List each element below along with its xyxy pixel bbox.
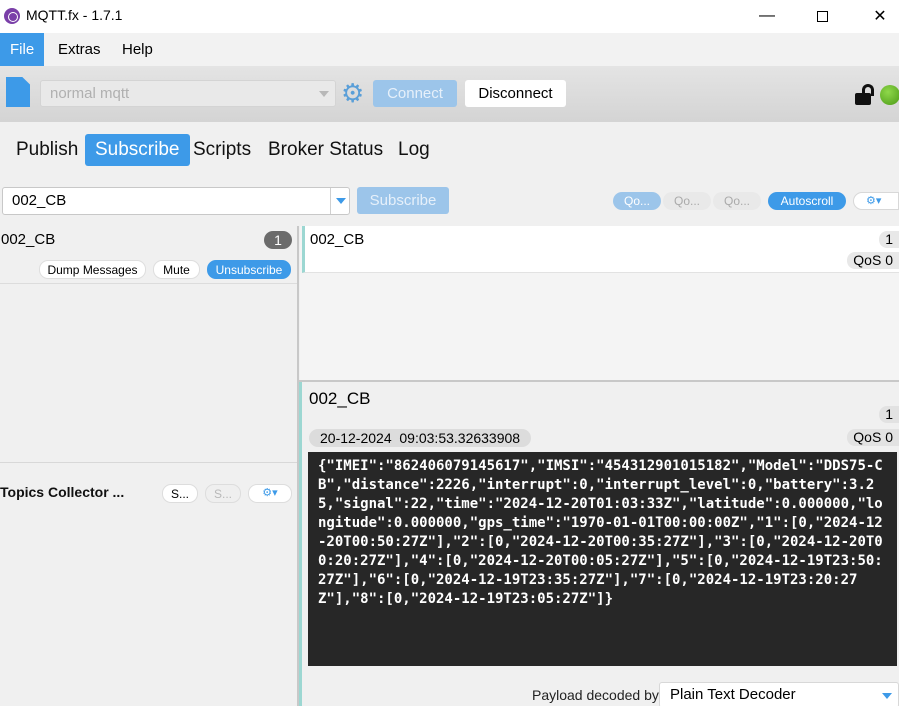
qos1-button[interactable]: Qo... xyxy=(663,192,711,210)
gears-icon: ⚙▾ xyxy=(866,195,882,207)
tab-scripts[interactable]: Scripts xyxy=(183,134,261,166)
title-bar: MQTT.fx - 1.7.1 — ✕ xyxy=(0,0,899,33)
message-topic: 002_CB xyxy=(310,231,365,248)
decoder-label: Payload decoded by xyxy=(532,687,659,703)
subscribe-button[interactable]: Subscribe xyxy=(357,187,449,214)
menu-extras[interactable]: Extras xyxy=(48,33,111,66)
mute-button[interactable]: Mute xyxy=(153,260,200,279)
unlocked-icon xyxy=(855,84,877,106)
connect-button[interactable]: Connect xyxy=(373,80,457,107)
topic-input[interactable]: 002_CB xyxy=(2,187,350,215)
gear-icon[interactable]: ⚙ xyxy=(341,79,364,107)
edit-profile-icon[interactable] xyxy=(6,77,30,107)
topic-input-value: 002_CB xyxy=(12,192,67,209)
detail-qos: QoS 0 xyxy=(847,429,899,446)
menu-file[interactable]: File xyxy=(0,33,45,66)
tab-broker-status[interactable]: Broker Status xyxy=(258,134,393,166)
mqttfx-logo-icon xyxy=(4,8,20,24)
tab-subscribe[interactable]: Subscribe xyxy=(85,134,190,166)
gears-icon: ⚙▾ xyxy=(262,487,278,499)
profile-select-value: normal mqtt xyxy=(50,85,130,102)
detail-timestamp: 20-12-2024 09:03:53.32633908 xyxy=(309,429,532,447)
main-tabs: Publish Subscribe Scripts Broker Status … xyxy=(0,122,899,180)
profile-select[interactable]: normal mqtt xyxy=(40,80,336,107)
autoscroll-button[interactable]: Autoscroll xyxy=(768,192,846,210)
topics-collector-panel: Topics Collector ... S... S... ⚙▾ xyxy=(0,476,297,706)
maximize-button[interactable] xyxy=(799,0,845,32)
decoder-select-value: Plain Text Decoder xyxy=(670,686,796,703)
chevron-down-icon xyxy=(882,693,892,699)
menu-bar: File Extras Help xyxy=(0,33,899,66)
maximize-icon xyxy=(816,10,828,22)
unsubscribe-button[interactable]: Unsubscribe xyxy=(207,260,291,279)
subscription-item[interactable]: 002_CB 1 Dump Messages Mute Unsubscribe xyxy=(0,226,297,284)
chevron-down-icon xyxy=(319,91,329,97)
topics-collector-label: Topics Collector ... xyxy=(0,484,125,500)
message-list: 002_CB 1 QoS 0 xyxy=(300,226,899,381)
disconnect-button[interactable]: Disconnect xyxy=(465,80,566,107)
chevron-down-icon[interactable] xyxy=(336,198,346,204)
qos0-button[interactable]: Qo... xyxy=(613,192,661,210)
subscription-list: 002_CB 1 Dump Messages Mute Unsubscribe xyxy=(0,226,297,462)
dump-messages-button[interactable]: Dump Messages xyxy=(39,260,146,279)
collector-scan-button[interactable]: S... xyxy=(162,484,198,503)
decoder-select[interactable]: Plain Text Decoder xyxy=(659,682,899,706)
close-button[interactable]: ✕ xyxy=(857,0,899,32)
detail-topic: 002_CB xyxy=(309,389,371,408)
tab-publish[interactable]: Publish xyxy=(6,134,88,166)
qos2-button[interactable]: Qo... xyxy=(713,192,761,210)
minimize-button[interactable]: — xyxy=(744,0,790,32)
connection-toolbar: normal mqtt ⚙ Connect Disconnect xyxy=(0,66,899,122)
payload-text[interactable]: {"IMEI":"862406079145617","IMSI":"454312… xyxy=(308,452,897,666)
message-count-badge: 1 xyxy=(264,231,292,249)
detail-index: 1 xyxy=(879,406,899,423)
options-gear-dropdown[interactable]: ⚙▾ xyxy=(853,192,899,210)
menu-help[interactable]: Help xyxy=(112,33,163,66)
message-index: 1 xyxy=(879,231,899,248)
message-row[interactable]: 002_CB 1 QoS 0 xyxy=(302,226,899,273)
left-split-divider[interactable] xyxy=(0,462,297,463)
collector-options-dropdown[interactable]: ⚙▾ xyxy=(248,484,292,503)
message-detail: 002_CB 1 20-12-2024 09:03:53.32633908 Qo… xyxy=(299,382,899,706)
message-qos: QoS 0 xyxy=(847,252,899,269)
mqttfx-window: MQTT.fx - 1.7.1 — ✕ File Extras Help nor… xyxy=(0,0,899,706)
subscription-topic: 002_CB xyxy=(1,231,56,248)
collector-stop-button[interactable]: S... xyxy=(205,484,241,503)
connection-status-icon xyxy=(880,85,899,105)
window-title: MQTT.fx - 1.7.1 xyxy=(26,7,123,23)
tab-log[interactable]: Log xyxy=(388,134,440,166)
